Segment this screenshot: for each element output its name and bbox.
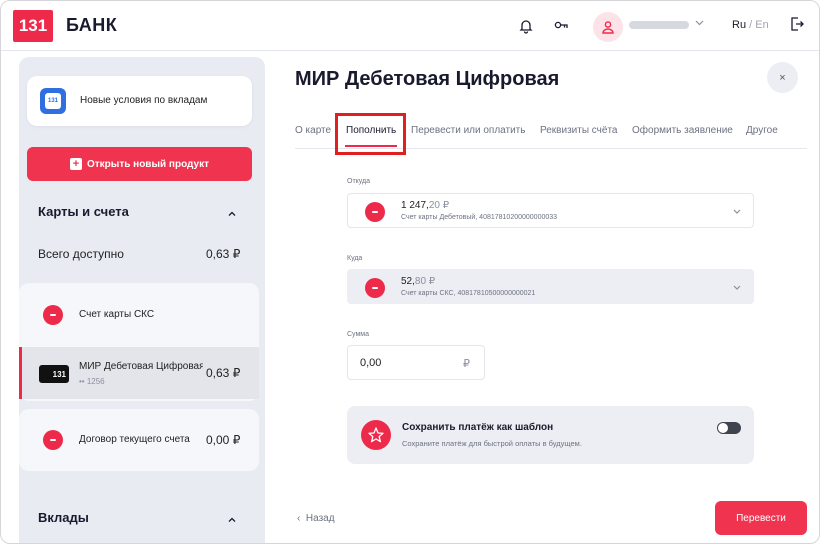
bell-icon[interactable] bbox=[516, 16, 536, 36]
chevron-left-icon: ‹ bbox=[297, 513, 301, 524]
total-available-label: Всего доступно bbox=[38, 247, 124, 261]
account-name: Договор текущего счета bbox=[79, 434, 190, 445]
news-text: Новые условия по вкладам bbox=[80, 95, 208, 106]
to-amount: 52,80 ₽ bbox=[401, 276, 436, 287]
language-switcher: Ru / En bbox=[732, 19, 769, 31]
tab-requisites[interactable]: Реквизиты счёта bbox=[540, 125, 617, 136]
from-account-select[interactable]: 1 247,20 ₽ Счет карты Дебетовый, 4081781… bbox=[347, 193, 754, 228]
from-account-details: Счет карты Дебетовый, 408178102000000000… bbox=[401, 214, 558, 221]
bank-logo-text: БАНК bbox=[66, 15, 118, 35]
close-button[interactable]: × bbox=[767, 62, 798, 93]
account-item-sks[interactable]: Счет карты СКС bbox=[19, 289, 259, 341]
template-title: Сохранить платёж как шаблон bbox=[402, 422, 554, 433]
open-new-product-button[interactable]: + Открыть новый продукт bbox=[27, 147, 252, 181]
deposits-section-title[interactable]: Вклады bbox=[38, 510, 89, 525]
template-subtitle: Сохраните платёж для быстрой оплаты в бу… bbox=[402, 439, 582, 448]
highlight-annotation bbox=[335, 113, 406, 155]
bank-logo[interactable]: 131 bbox=[13, 10, 53, 42]
user-name-redacted[interactable] bbox=[629, 21, 689, 29]
total-available-value: 0,63 ₽ bbox=[206, 247, 241, 261]
open-new-product-label: Открыть новый продукт bbox=[87, 158, 209, 170]
account-amount: 0,63 ₽ bbox=[206, 366, 241, 380]
lang-en[interactable]: En bbox=[755, 19, 768, 31]
toggle-knob bbox=[718, 423, 728, 433]
account-icon bbox=[43, 305, 63, 325]
lang-separator: / bbox=[746, 19, 756, 31]
save-template-card: Сохранить платёж как шаблон Сохраните пл… bbox=[347, 406, 754, 464]
chevron-down-icon bbox=[733, 209, 741, 214]
news-banner[interactable]: 131 Новые условия по вкладам bbox=[27, 76, 252, 126]
account-amount: 0,00 ₽ bbox=[206, 433, 241, 447]
top-header: 131 БАНК Ru / En bbox=[1, 1, 819, 51]
card-number-mask: •• 1256 bbox=[79, 377, 105, 386]
tab-other[interactable]: Другое bbox=[746, 125, 778, 136]
star-icon bbox=[361, 420, 391, 450]
page-title: МИР Дебетовая Цифровая bbox=[295, 68, 560, 90]
tab-transfer-pay[interactable]: Перевести или оплатить bbox=[411, 125, 525, 136]
sum-value: 0,00 bbox=[360, 357, 382, 369]
user-avatar[interactable] bbox=[593, 12, 623, 42]
key-icon[interactable] bbox=[551, 16, 571, 36]
logout-icon[interactable] bbox=[789, 16, 805, 37]
account-icon bbox=[365, 278, 385, 298]
news-icon: 131 bbox=[40, 88, 66, 114]
account-name: Счет карты СКС bbox=[79, 309, 155, 320]
plus-icon: + bbox=[70, 158, 82, 170]
account-name: МИР Дебетовая Цифровая bbox=[79, 361, 203, 372]
app-window: 131 БАНК Ru / En 131 Новые условия по вк… bbox=[0, 0, 820, 544]
from-label: Откуда bbox=[347, 178, 371, 185]
account-item-mir-card[interactable]: 131 МИР Дебетовая Цифровая •• 1256 0,63 … bbox=[19, 347, 259, 399]
to-label: Куда bbox=[347, 255, 363, 262]
cards-section-title[interactable]: Карты и счета bbox=[38, 204, 129, 219]
lang-ru[interactable]: Ru bbox=[732, 19, 746, 31]
back-link[interactable]: ‹ Назад bbox=[297, 513, 335, 524]
chevron-up-icon[interactable] bbox=[227, 206, 237, 216]
to-account-details: Счет карты СКС, 40817810500000000021 bbox=[401, 290, 536, 297]
to-account-select[interactable]: 52,80 ₽ Счет карты СКС, 4081781050000000… bbox=[347, 269, 754, 304]
bank-card-icon: 131 bbox=[39, 365, 69, 383]
chevron-down-icon bbox=[733, 285, 741, 290]
account-icon bbox=[365, 202, 385, 222]
sum-input[interactable]: 0,00 ₽ bbox=[347, 345, 485, 380]
back-label: Назад bbox=[305, 513, 335, 524]
transfer-button[interactable]: Перевести bbox=[715, 501, 807, 535]
chevron-up-icon[interactable] bbox=[227, 512, 237, 522]
tab-about-card[interactable]: О карте bbox=[295, 125, 331, 136]
tab-statement[interactable]: Оформить заявление bbox=[632, 125, 733, 136]
sum-label: Сумма bbox=[347, 331, 369, 338]
currency-symbol: ₽ bbox=[463, 358, 470, 370]
account-icon bbox=[43, 430, 63, 450]
save-template-toggle[interactable] bbox=[717, 422, 741, 434]
user-icon bbox=[602, 21, 614, 34]
account-item-current[interactable]: Договор текущего счета 0,00 ₽ bbox=[19, 414, 259, 466]
from-amount: 1 247,20 ₽ bbox=[401, 200, 450, 211]
chevron-down-icon[interactable] bbox=[695, 18, 704, 28]
